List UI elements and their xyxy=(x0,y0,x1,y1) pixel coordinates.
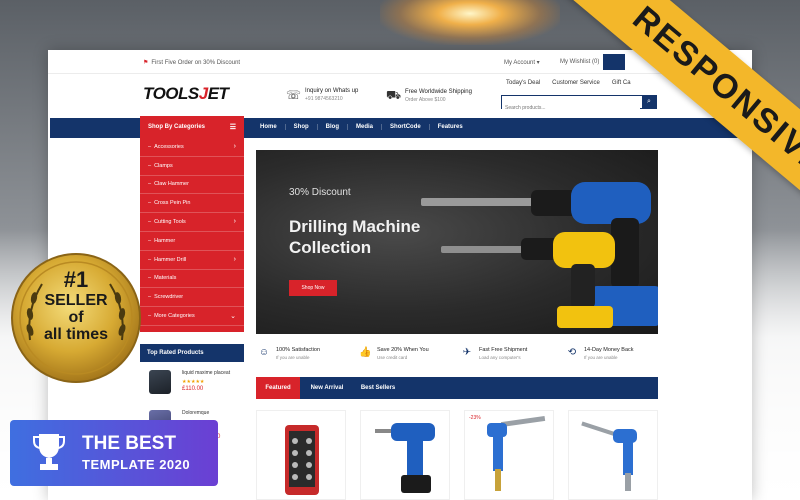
responsive-ribbon: RESPONSIVE xyxy=(549,0,800,250)
trophy-icon xyxy=(33,434,65,470)
best-template-banner: THE BEST TEMPLATE 2020 xyxy=(10,420,218,486)
seller-badge-text: #1 SELLER of all times xyxy=(43,267,109,344)
